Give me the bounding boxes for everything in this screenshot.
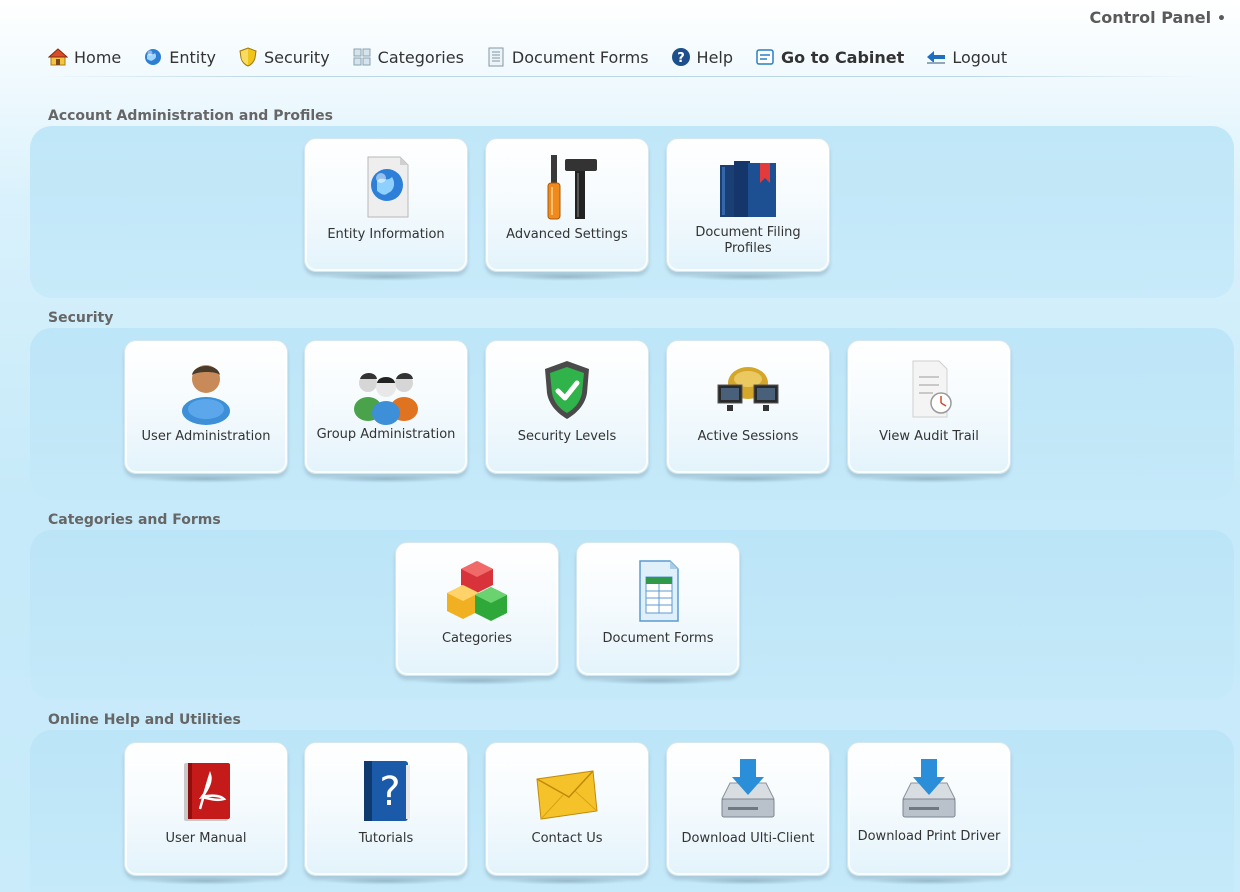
tools-icon <box>547 155 597 220</box>
tile-download-print-driver-label: Download Print Driver <box>857 829 1001 844</box>
nav-help-label: Help <box>696 47 734 67</box>
tile-contact-us-label: Contact Us <box>531 831 603 846</box>
nav-security[interactable]: Security <box>238 47 330 67</box>
tile-group-administration-label: Group Administration <box>316 427 456 442</box>
pdf-icon <box>184 763 230 821</box>
shield-icon <box>239 47 257 67</box>
user-icon <box>182 365 230 425</box>
section-label-security: Security <box>48 310 114 326</box>
entity-information-icon <box>367 156 409 218</box>
envelope-icon <box>536 770 598 820</box>
tile-categories[interactable]: Categories <box>395 542 559 685</box>
tile-user-administration[interactable]: User Administration <box>124 340 288 483</box>
nav-logout[interactable]: Logout <box>926 47 1007 67</box>
tile-user-administration-label: User Administration <box>141 429 271 444</box>
tile-document-filing-profiles[interactable]: Document Filing Profiles <box>666 138 830 281</box>
help-icon: ? <box>671 48 690 66</box>
tile-security-levels[interactable]: Security Levels <box>485 340 649 483</box>
tile-download-print-driver[interactable]: Download Print Driver <box>847 742 1011 885</box>
audit-document-icon <box>912 360 952 418</box>
group-icon <box>354 373 418 425</box>
tile-group-administration[interactable]: Group Administration <box>304 340 468 483</box>
section-label-account: Account Administration and Profiles <box>48 108 333 124</box>
nav-go-to-cabinet-label: Go to Cabinet <box>781 47 905 67</box>
nav-logout-label: Logout <box>952 47 1008 67</box>
nav-entity[interactable]: Entity <box>143 47 216 67</box>
tile-download-ulti-client-label: Download Ulti-Client <box>681 831 815 846</box>
page-title-dot: • <box>1217 11 1226 27</box>
page-title: Control Panel • <box>1090 8 1226 27</box>
tile-document-filing-profiles-label: Document Filing Profiles <box>695 225 801 256</box>
tile-security-levels-label: Security Levels <box>517 429 617 444</box>
home-icon <box>48 48 68 66</box>
tile-advanced-settings-label: Advanced Settings <box>506 227 628 242</box>
tile-active-sessions-label: Active Sessions <box>697 429 799 444</box>
section-label-categories-forms: Categories and Forms <box>48 512 221 528</box>
tile-user-manual-label: User Manual <box>165 831 247 846</box>
tile-entity-information[interactable]: Entity Information <box>304 138 468 281</box>
nav-divider <box>40 76 1200 77</box>
security-shield-icon <box>545 361 589 419</box>
nav-document-forms[interactable]: Document Forms <box>486 47 649 67</box>
top-nav: Home Entity Security Categories Document… <box>48 44 1029 70</box>
grid-icon <box>353 48 371 66</box>
tile-categories-label: Categories <box>441 631 513 646</box>
tile-view-audit-trail[interactable]: View Audit Trail <box>847 340 1011 483</box>
svg-text:?: ? <box>677 51 685 66</box>
tile-tutorials[interactable]: ? Tutorials <box>304 742 468 885</box>
tile-advanced-settings[interactable]: Advanced Settings <box>485 138 649 281</box>
nav-security-label: Security <box>263 47 330 67</box>
tile-document-forms-label: Document Forms <box>602 631 714 646</box>
download-drive-icon <box>721 759 775 818</box>
nav-home[interactable]: Home <box>48 47 121 67</box>
nav-help[interactable]: ? Help <box>671 47 733 67</box>
tile-view-audit-trail-label: View Audit Trail <box>879 429 979 444</box>
svg-text:?: ? <box>379 769 400 815</box>
cubes-icon <box>447 561 507 621</box>
globe-icon <box>145 49 162 65</box>
binders-icon <box>720 161 776 217</box>
page-title-text: Control Panel <box>1089 8 1212 27</box>
download-drive-icon <box>902 759 956 818</box>
nav-categories-label: Categories <box>377 47 464 67</box>
logout-arrow-icon <box>927 51 946 64</box>
nav-document-forms-label: Document Forms <box>511 47 649 67</box>
nav-go-to-cabinet[interactable]: Go to Cabinet <box>755 47 904 67</box>
document-icon <box>488 47 504 67</box>
tile-document-forms[interactable]: Document Forms <box>576 542 740 685</box>
tile-download-ulti-client[interactable]: Download Ulti-Client <box>666 742 830 885</box>
cabinet-icon <box>756 49 774 65</box>
tile-active-sessions[interactable]: Active Sessions <box>666 340 830 483</box>
help-book-icon: ? <box>364 761 410 821</box>
tile-entity-information-label: Entity Information <box>327 227 445 242</box>
section-label-help-utilities: Online Help and Utilities <box>48 712 241 728</box>
tile-tutorials-label: Tutorials <box>358 831 414 846</box>
nav-entity-label: Entity <box>169 47 216 67</box>
nav-categories[interactable]: Categories <box>352 47 464 67</box>
tile-contact-us[interactable]: Contact Us <box>485 742 649 885</box>
tile-user-manual[interactable]: User Manual <box>124 742 288 885</box>
network-globe-icon <box>717 367 779 411</box>
nav-home-label: Home <box>74 47 122 67</box>
spreadsheet-icon <box>639 560 679 622</box>
